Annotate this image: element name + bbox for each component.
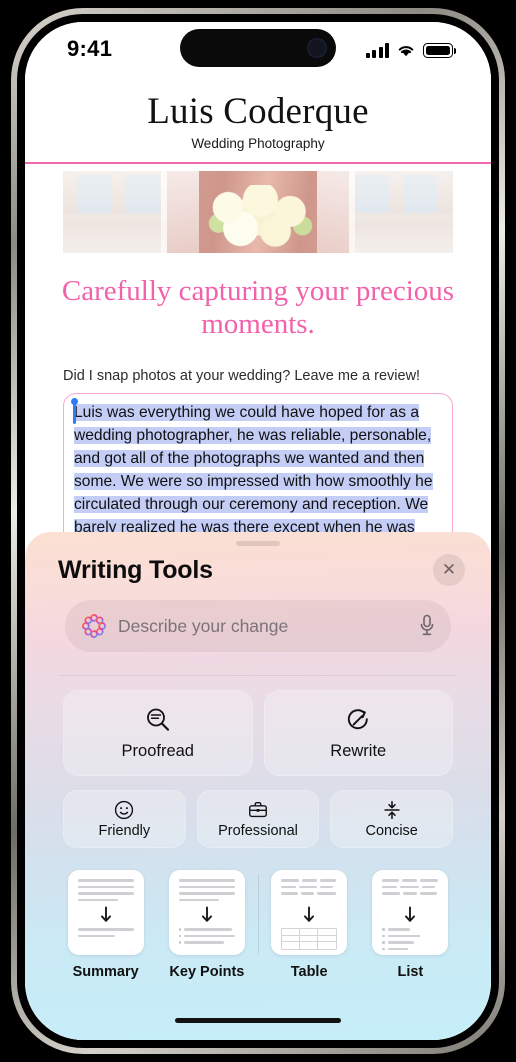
- cellular-signal-icon: [365, 43, 389, 58]
- friendly-button[interactable]: Friendly: [63, 790, 186, 848]
- photo-window: [403, 174, 437, 215]
- proofread-button[interactable]: Proofread: [63, 690, 253, 776]
- battery-icon: [423, 43, 453, 58]
- front-camera-icon: [307, 38, 327, 58]
- rewrite-button[interactable]: Rewrite: [263, 690, 453, 776]
- apple-intelligence-icon: [82, 614, 106, 638]
- phone-screen: Luis Coderque Wedding Photography Carefu…: [25, 22, 491, 1040]
- writing-tools-panel: Writing Tools ✕ Describe your change Pro…: [25, 532, 491, 1040]
- list-button[interactable]: List: [364, 870, 456, 980]
- dynamic-island: [180, 29, 336, 67]
- photo-window: [355, 174, 389, 215]
- concise-button[interactable]: Concise: [330, 790, 454, 848]
- describe-change-placeholder: Describe your change: [118, 615, 289, 636]
- hero-photo: [63, 170, 453, 253]
- sheet-drag-handle[interactable]: [236, 541, 280, 546]
- writing-tools-title: Writing Tools: [58, 555, 213, 584]
- status-indicators: [365, 38, 453, 58]
- photo-veil-left: [161, 170, 199, 253]
- summary-result-lines: [77, 928, 134, 937]
- friendly-label: Friendly: [98, 823, 151, 839]
- summary-button[interactable]: Summary: [60, 870, 152, 980]
- arrow-down-icon: [100, 906, 111, 922]
- concise-label: Concise: [365, 823, 418, 839]
- table-document-icon: [271, 870, 348, 955]
- close-icon[interactable]: ✕: [433, 554, 465, 586]
- arrow-down-icon: [304, 906, 315, 922]
- photo-bouquet: [196, 184, 320, 251]
- summary-document-icon: [67, 870, 144, 955]
- microphone-icon[interactable]: [419, 614, 435, 638]
- table-result-grid: [281, 928, 338, 950]
- wifi-icon: [398, 46, 414, 57]
- briefcase-icon: [249, 801, 267, 818]
- page-title: Luis Coderque: [147, 91, 369, 132]
- panel-divider: [59, 675, 457, 676]
- arrow-down-icon: [405, 906, 416, 922]
- status-bar: 9:41: [25, 22, 491, 80]
- list-label: List: [397, 964, 424, 980]
- professional-button[interactable]: Professional: [196, 790, 320, 848]
- key-points-label: Key Points: [169, 964, 245, 980]
- header-divider: [25, 162, 491, 164]
- proofread-magnifier-icon: [146, 708, 169, 731]
- writing-tools-titlebar: Writing Tools ✕: [58, 554, 465, 586]
- key-points-result-lines: [178, 928, 235, 944]
- phone-bezel: Luis Coderque Wedding Photography Carefu…: [17, 14, 499, 1048]
- tone-actions-row: Friendly Professional Concise: [63, 790, 454, 848]
- photo-wall-left: [63, 170, 175, 253]
- photo-sill: [63, 212, 175, 222]
- arrow-down-icon: [201, 906, 212, 922]
- hero-headline: Carefully capturing your precious moment…: [61, 274, 455, 341]
- smiley-face-icon: [115, 800, 134, 820]
- phone-frame: Luis Coderque Wedding Photography Carefu…: [11, 8, 505, 1054]
- photo-veil-right: [317, 170, 355, 253]
- home-indicator[interactable]: [175, 1017, 341, 1023]
- photo-window: [125, 174, 159, 215]
- compress-arrows-icon: [384, 800, 400, 820]
- table-button[interactable]: Table: [263, 870, 355, 980]
- main-actions-row: Proofread Rewrite: [63, 690, 453, 776]
- status-time: 9:41: [67, 36, 113, 61]
- key-points-document-icon: [168, 870, 245, 955]
- summary-label: Summary: [72, 964, 139, 980]
- photo-sill: [341, 212, 453, 222]
- table-label: Table: [290, 964, 328, 980]
- list-result-bullets: [382, 928, 438, 950]
- list-document-icon: [372, 870, 449, 955]
- describe-change-input[interactable]: Describe your change: [65, 600, 451, 652]
- rewrite-circular-arrow-icon: [348, 709, 368, 730]
- format-actions-row: Summary Key Points Table List: [55, 870, 461, 980]
- key-points-button[interactable]: Key Points: [161, 870, 253, 980]
- text-selection-handle[interactable]: [71, 398, 78, 425]
- professional-label: Professional: [218, 823, 298, 839]
- proofread-label: Proofread: [121, 742, 194, 760]
- site-tagline: Wedding Photography: [191, 136, 325, 151]
- photo-window: [77, 174, 111, 215]
- photo-wall-right: [341, 170, 453, 253]
- review-prompt: Did I snap photos at your wedding? Leave…: [63, 368, 421, 385]
- rewrite-label: Rewrite: [330, 742, 387, 760]
- format-group-left: Summary Key Points: [55, 870, 258, 980]
- format-group-right: Table List: [259, 870, 462, 980]
